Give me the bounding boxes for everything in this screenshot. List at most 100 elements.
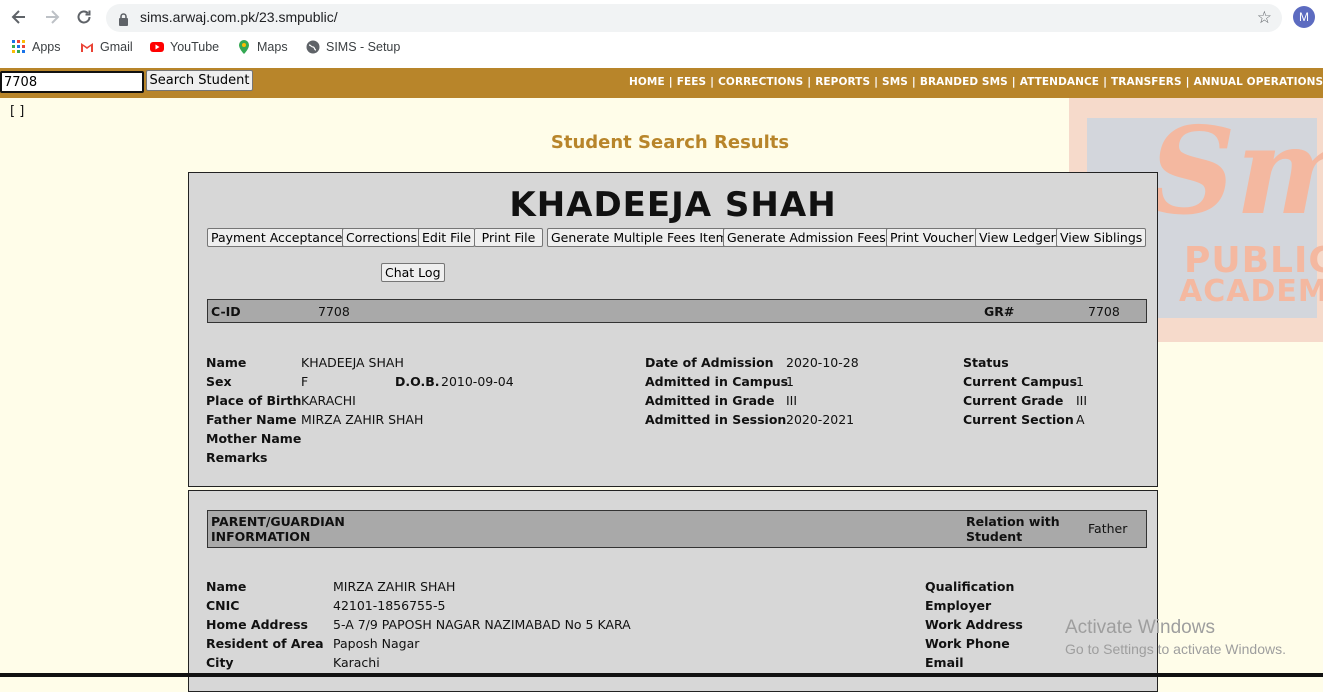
employer-label: Employer: [925, 598, 992, 613]
chat-log-button[interactable]: Chat Log: [381, 263, 445, 282]
father-name-label: Father Name: [206, 412, 297, 427]
bookmark-sims-setup[interactable]: SIMS - Setup: [306, 40, 400, 54]
cid-value: 7708: [318, 304, 350, 319]
home-address-label: Home Address: [206, 617, 308, 632]
menu-reports[interactable]: REPORTS: [815, 76, 870, 88]
apps-grid-icon: [12, 40, 25, 53]
id-bar: C-ID 7708 GR# 7708: [207, 299, 1147, 323]
search-student-button[interactable]: Search Student: [146, 70, 253, 91]
print-file-button[interactable]: Print File: [474, 228, 543, 247]
logo-letter: Sm: [1149, 101, 1323, 242]
corrections-button[interactable]: Corrections: [342, 228, 422, 247]
payment-acceptance-button[interactable]: Payment Acceptance: [207, 228, 347, 247]
student-panel: KHADEEJA SHAH Payment Acceptance Correct…: [188, 172, 1158, 487]
current-grade-value: III: [1076, 393, 1088, 408]
watermark-subtitle: Go to Settings to activate Windows.: [1065, 641, 1286, 657]
remarks-label: Remarks: [206, 450, 268, 465]
menu-branded-sms[interactable]: BRANDED SMS: [920, 76, 1008, 88]
menu-annual-operations[interactable]: ANNUAL OPERATIONS: [1194, 76, 1323, 88]
dob-label: D.O.B.: [395, 374, 440, 389]
bookmark-maps[interactable]: Maps: [237, 40, 288, 54]
relation-value: Father: [1088, 521, 1128, 536]
main-menu: HOME | FEES | CORRECTIONS | REPORTS | SMS | BRANDE…: [629, 76, 1323, 88]
current-campus-label: Current Campus: [963, 374, 1078, 389]
current-campus-value: 1: [1076, 374, 1084, 389]
gr-value: 7708: [1088, 304, 1120, 319]
address-bar[interactable]: sims.arwaj.com.pk/23.smpublic/ ☆: [106, 4, 1282, 32]
watermark-title: Activate Windows: [1065, 617, 1215, 638]
reload-icon[interactable]: [73, 6, 95, 28]
menu-transfers[interactable]: TRANSFERS: [1111, 76, 1182, 88]
guardian-bar-title-2: INFORMATION: [211, 529, 311, 544]
qualification-label: Qualification: [925, 579, 1015, 594]
bookmark-gmail[interactable]: Gmail: [80, 40, 133, 54]
guardian-panel: PARENT/GUARDIAN INFORMATION Relation wit…: [188, 490, 1158, 692]
menu-sms[interactable]: SMS: [882, 76, 908, 88]
lock-icon: [118, 11, 129, 30]
home-address-value: 5-A 7/9 PAPOSH NAGAR NAZIMABAD No 5 KARA: [333, 617, 631, 632]
page-title: Student Search Results: [550, 132, 790, 153]
area-label: Resident of Area: [206, 636, 324, 651]
admitted-grade-label: Admitted in Grade: [645, 393, 775, 408]
guardian-bar: PARENT/GUARDIAN INFORMATION Relation wit…: [207, 510, 1147, 548]
mother-name-label: Mother Name: [206, 431, 302, 446]
menu-fees[interactable]: FEES: [677, 76, 706, 88]
email-label: Email: [925, 655, 964, 670]
youtube-icon: [150, 42, 164, 52]
relation-label-2: Student: [966, 529, 1023, 544]
forward-icon[interactable]: [41, 6, 63, 28]
generate-admission-fees-button[interactable]: Generate Admission Fees: [723, 228, 890, 247]
student-name-heading: KHADEEJA SHAH: [509, 185, 837, 225]
view-siblings-button[interactable]: View Siblings: [1056, 228, 1147, 247]
menu-home[interactable]: HOME: [629, 76, 665, 88]
gmail-icon: [81, 43, 93, 52]
doa-value: 2020-10-28: [786, 355, 859, 370]
student-search-input[interactable]: [0, 71, 144, 93]
empty-array-text: [ ]: [10, 104, 25, 119]
generate-multiple-fees-button[interactable]: Generate Multiple Fees Item: [547, 228, 732, 247]
url-text: sims.arwaj.com.pk/23.smpublic/: [140, 9, 338, 25]
bookmark-star-icon[interactable]: ☆: [1257, 8, 1272, 28]
back-icon[interactable]: [8, 6, 30, 28]
current-grade-label: Current Grade: [963, 393, 1064, 408]
pob-label: Place of Birth: [206, 393, 302, 408]
work-phone-label: Work Phone: [925, 636, 1010, 651]
globe-icon: [306, 40, 320, 54]
bookmark-label: Maps: [257, 40, 288, 54]
menu-attendance[interactable]: ATTENDANCE: [1020, 76, 1099, 88]
edit-file-button[interactable]: Edit File: [418, 228, 476, 247]
cnic-value: 42101-1856755-5: [333, 598, 446, 613]
taskbar-edge: [0, 673, 1323, 677]
work-address-label: Work Address: [925, 617, 1023, 632]
admitted-grade-value: III: [786, 393, 798, 408]
admitted-campus-label: Admitted in Campus: [645, 374, 789, 389]
pob-value: KARACHI: [301, 393, 356, 408]
admitted-campus-value: 1: [786, 374, 794, 389]
father-name-value: MIRZA ZAHIR SHAH: [301, 412, 424, 427]
city-label: City: [206, 655, 234, 670]
view-ledger-button[interactable]: View Ledger: [975, 228, 1060, 247]
logo-text-academy: ACADEMY: [1179, 274, 1323, 309]
admitted-session-label: Admitted in Session: [645, 412, 787, 427]
print-voucher-button[interactable]: Print Voucher: [886, 228, 978, 247]
bookmark-label: SIMS - Setup: [326, 40, 401, 54]
city-value: Karachi: [333, 655, 380, 670]
cid-label: C-ID: [211, 304, 241, 319]
profile-avatar[interactable]: M: [1293, 6, 1315, 28]
guardian-name-value: MIRZA ZAHIR SHAH: [333, 579, 456, 594]
bookmark-youtube[interactable]: YouTube: [150, 40, 219, 54]
doa-label: Date of Admission: [645, 355, 774, 370]
sex-label: Sex: [206, 374, 232, 389]
cnic-label: CNIC: [206, 598, 240, 613]
admitted-session-value: 2020-2021: [786, 412, 855, 427]
current-section-value: A: [1076, 412, 1085, 427]
relation-label-1: Relation with: [966, 514, 1060, 529]
maps-pin-icon: [239, 40, 249, 54]
current-section-label: Current Section: [963, 412, 1074, 427]
bookmark-apps[interactable]: Apps: [12, 40, 61, 54]
status-label: Status: [963, 355, 1009, 370]
guardian-name-label: Name: [206, 579, 247, 594]
menu-corrections[interactable]: CORRECTIONS: [718, 76, 803, 88]
bookmark-label: Apps: [32, 40, 61, 54]
bookmarks-bar: Apps Gmail YouTube Maps SIMS - Setup: [0, 38, 1323, 60]
